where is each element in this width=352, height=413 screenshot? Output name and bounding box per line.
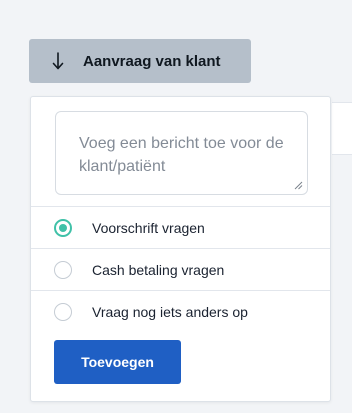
add-button[interactable]: Toevoegen <box>54 340 181 384</box>
option-other-request[interactable]: Vraag nog iets anders op <box>31 290 330 332</box>
option-label: Voorschrift vragen <box>92 219 205 236</box>
page: Aanvraag van klant Voorschrift vragen Ca… <box>0 0 352 413</box>
arrow-down-icon <box>52 52 64 70</box>
request-from-client-dropdown[interactable]: Aanvraag van klant <box>29 39 251 83</box>
request-panel: Voorschrift vragen Cash betaling vragen … <box>30 96 331 402</box>
radio-unchecked-icon[interactable] <box>54 302 72 321</box>
option-prescription[interactable]: Voorschrift vragen <box>31 206 330 248</box>
option-label: Cash betaling vragen <box>92 261 225 278</box>
message-field[interactable] <box>56 112 307 194</box>
message-field-wrapper <box>55 111 308 195</box>
background-panel-edge <box>332 102 352 155</box>
dropdown-label: Aanvraag van klant <box>83 52 221 70</box>
radio-checked-icon[interactable] <box>54 218 72 237</box>
resize-handle-icon[interactable] <box>293 180 303 190</box>
option-cash-payment[interactable]: Cash betaling vragen <box>31 248 330 290</box>
radio-unchecked-icon[interactable] <box>54 260 72 279</box>
option-label: Vraag nog iets anders op <box>92 303 248 320</box>
options-list: Voorschrift vragen Cash betaling vragen … <box>31 206 330 332</box>
